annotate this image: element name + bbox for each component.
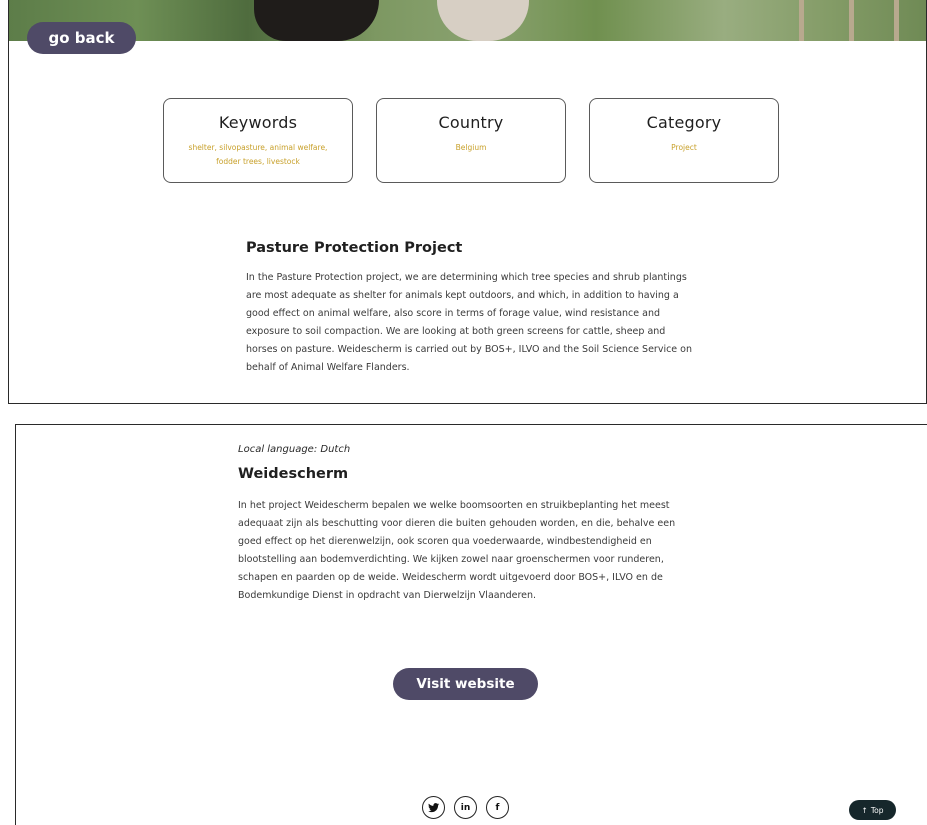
project-title: Pasture Protection Project [246,240,463,256]
country-card-title: Country [438,113,504,132]
social-links: in f [422,796,509,819]
hero-animal-light [437,0,529,41]
local-language-label: Local language: Dutch [238,444,351,455]
facebook-link[interactable]: f [486,796,509,819]
project-description: In the Pasture Protection project, we ar… [246,272,693,373]
hero-fence-post [894,0,899,41]
twitter-link[interactable] [422,796,445,819]
hero-image [9,0,926,41]
linkedin-icon: in [460,802,471,813]
local-project-description: In het project Weidescherm bepalen we we… [238,500,676,601]
local-project-title: Weidescherm [238,466,349,482]
keywords-card-title: Keywords [218,113,298,132]
keywords-card-value: shelter, silvopasture, animal welfare, f… [188,143,328,166]
country-card: Country Belgium [376,98,566,183]
twitter-icon [428,803,440,813]
hero-fence-post [799,0,804,41]
visit-website-button[interactable]: Visit website [393,668,538,700]
go-back-button[interactable]: go back [27,22,136,54]
facebook-icon: f [495,802,500,813]
hero-animal-dark [254,0,379,41]
back-to-top-label: Top [870,805,884,815]
hero-fence-post [849,0,854,41]
local-language-panel: Local language: Dutch Weidescherm In het… [15,424,927,825]
project-header-panel: go back Keywords shelter, silvopasture, … [8,0,927,404]
arrow-up-icon: ↑ [861,805,868,815]
category-card-value: Project [671,143,697,152]
back-to-top-button[interactable]: ↑ Top [849,800,896,820]
linkedin-link[interactable]: in [454,796,477,819]
category-card-title: Category [646,113,722,132]
country-card-value: Belgium [455,143,487,152]
category-card: Category Project [589,98,779,183]
keywords-card: Keywords shelter, silvopasture, animal w… [163,98,353,183]
